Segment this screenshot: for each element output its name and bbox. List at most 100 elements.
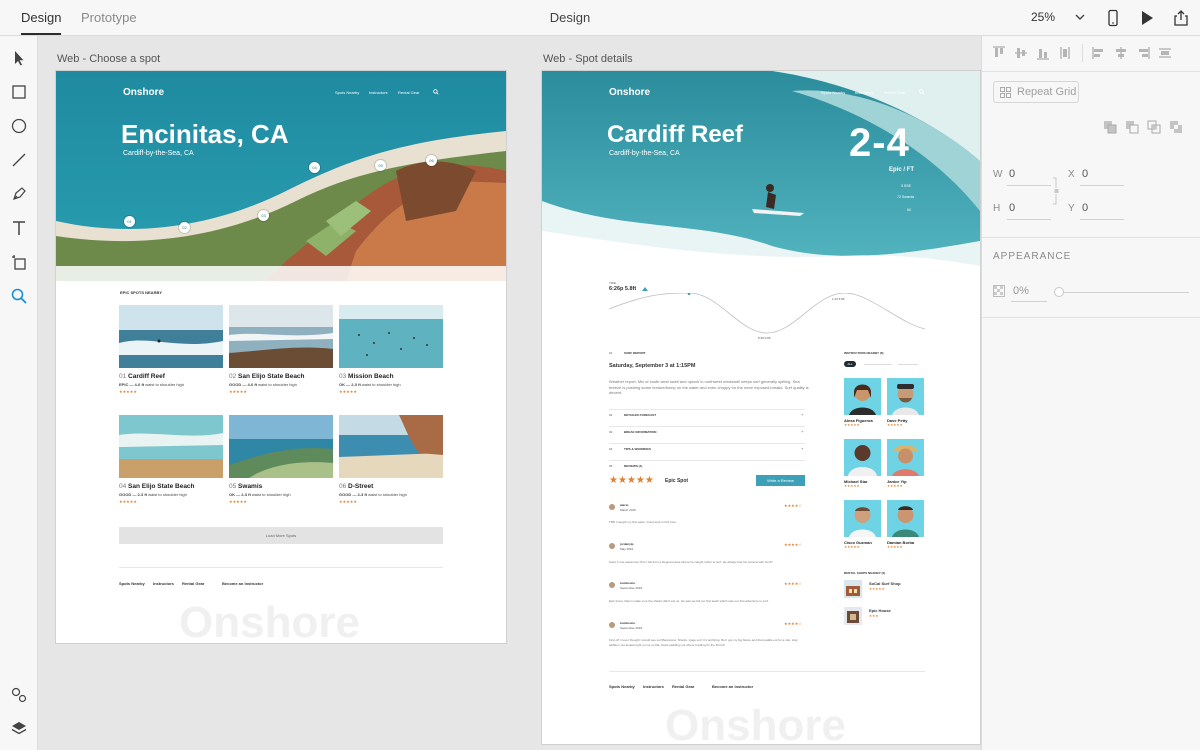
instructor-photo[interactable] [887, 500, 924, 537]
height-field[interactable]: 0 [1009, 202, 1015, 214]
nav-instructors[interactable]: Instructors [855, 90, 874, 95]
pen-icon[interactable] [10, 185, 28, 203]
distribute-vertical-icon[interactable] [1058, 46, 1072, 60]
rectangle-icon[interactable] [10, 83, 28, 101]
align-top-icon[interactable] [992, 46, 1006, 60]
assets-icon[interactable] [10, 686, 28, 704]
accordion-tips-warnings[interactable]: TIPS & WARNINGS [624, 447, 651, 451]
nav-rental-gear[interactable]: Rental Gear [398, 90, 420, 95]
load-more-button[interactable]: Load More Spots [119, 527, 443, 544]
spot-photo[interactable] [339, 415, 443, 478]
filter-tab[interactable] [898, 364, 918, 365]
instructor-photo[interactable] [844, 500, 881, 537]
align-left-icon[interactable] [1092, 46, 1106, 60]
align-right-icon[interactable] [1136, 46, 1150, 60]
spot-name[interactable]: 04 San Elijo State Beach [119, 483, 195, 490]
boolean-exclude-icon[interactable] [1169, 120, 1183, 134]
opacity-slider-track[interactable] [1056, 292, 1189, 293]
search-icon[interactable] [919, 89, 925, 95]
tide-high: 1:44 5.8ft [832, 297, 845, 301]
nav-rental-gear[interactable]: Rental Gear [884, 90, 906, 95]
boolean-add-icon[interactable] [1103, 120, 1117, 134]
expand-icon[interactable]: + [801, 412, 803, 417]
footer-link[interactable]: Instructors [643, 684, 664, 689]
spot-photo[interactable] [339, 305, 443, 368]
lock-aspect-icon[interactable] [1052, 176, 1060, 206]
map-pin[interactable]: 05 [375, 160, 386, 171]
instructor-photo[interactable] [844, 439, 881, 476]
opacity-slider-handle[interactable] [1054, 287, 1064, 297]
spot-name[interactable]: 01 Cardiff Reef [119, 373, 165, 380]
ellipse-icon[interactable] [10, 117, 28, 135]
accordion-detailed-forecast[interactable]: DETAILED FORECAST [624, 413, 656, 417]
expand-icon[interactable]: + [801, 429, 803, 434]
map-pin[interactable]: 06 [426, 155, 437, 166]
spot-photo[interactable] [229, 305, 333, 368]
spot-photo[interactable] [229, 415, 333, 478]
artboard-label-choose[interactable]: Web - Choose a spot [57, 53, 160, 65]
shop-name[interactable]: Epic House [869, 608, 891, 613]
opacity-field[interactable]: 0% [1013, 285, 1029, 297]
artboard-label-details[interactable]: Web - Spot details [543, 53, 633, 65]
footer-link[interactable]: Rental Gear [672, 684, 694, 689]
map-pin[interactable]: 01 [124, 216, 135, 227]
distribute-horizontal-icon[interactable] [1158, 46, 1172, 60]
share-icon[interactable] [1172, 9, 1190, 27]
spot-name[interactable]: 03 Mission Beach [339, 373, 394, 380]
filter-tab[interactable] [864, 364, 892, 365]
instructor-photo[interactable] [844, 378, 881, 415]
footer-link[interactable]: Spots Nearby [119, 581, 145, 586]
repeat-grid-button[interactable]: Repeat Grid [993, 81, 1079, 103]
spot-name[interactable]: 06 D-Street [339, 483, 373, 490]
map-pin[interactable]: 02 [179, 222, 190, 233]
instructor-photo[interactable] [887, 378, 924, 415]
shop-photo[interactable] [844, 580, 862, 598]
chevron-down-icon[interactable] [1075, 12, 1085, 22]
expand-icon[interactable]: + [801, 446, 803, 451]
write-review-button[interactable]: Write a Review [756, 475, 805, 486]
footer-link[interactable]: Spots Nearby [609, 684, 635, 689]
text-icon[interactable] [10, 219, 28, 237]
zoom-level[interactable]: 25% [1031, 0, 1055, 35]
nav-instructors[interactable]: Instructors [369, 90, 388, 95]
width-field[interactable]: 0 [1009, 168, 1015, 180]
accordion-break-info[interactable]: BREAK INFORMATION [624, 430, 656, 434]
align-center-icon[interactable] [1114, 46, 1128, 60]
artboard-icon[interactable] [10, 253, 28, 271]
footer-link[interactable]: Instructors [153, 581, 174, 586]
instructor-photo[interactable] [887, 439, 924, 476]
tide-chart[interactable] [609, 293, 925, 341]
footer-link[interactable]: Rental Gear [182, 581, 204, 586]
footer-link[interactable]: Become an Instructor [222, 581, 263, 586]
spot-photo[interactable] [119, 305, 223, 368]
footer-link[interactable]: Become an Instructor [712, 684, 753, 689]
spot-name[interactable]: 05 Swamis [229, 483, 262, 490]
spot-name[interactable]: 02 San Elijo State Beach [229, 373, 305, 380]
shop-photo[interactable] [844, 607, 862, 625]
spot-photo[interactable] [119, 415, 223, 478]
shop-name[interactable]: SoCal Surf Shop [869, 581, 901, 586]
artboard-spot-details[interactable]: Onshore Spots Nearby Instructors Rental … [542, 71, 980, 744]
nav-spots-nearby[interactable]: Spots Nearby [821, 90, 845, 95]
artboard-choose-spot[interactable]: Onshore Spots Nearby Instructors Rental … [56, 71, 506, 643]
nav-spots-nearby[interactable]: Spots Nearby [335, 90, 359, 95]
logo[interactable]: Onshore [123, 87, 164, 98]
map-pin[interactable]: 03 [258, 210, 269, 221]
select-icon[interactable] [10, 49, 28, 67]
accordion-reviews[interactable]: REVIEWS (4) [624, 464, 642, 468]
search-icon[interactable] [433, 89, 439, 95]
play-icon[interactable] [1138, 9, 1156, 27]
filter-all-tab[interactable]: ALL [844, 361, 856, 367]
map-pin[interactable]: 04 [309, 162, 320, 173]
align-bottom-icon[interactable] [1036, 46, 1050, 60]
boolean-intersect-icon[interactable] [1147, 120, 1161, 134]
x-field[interactable]: 0 [1082, 168, 1088, 180]
line-icon[interactable] [10, 151, 28, 169]
zoom-icon[interactable] [10, 287, 28, 305]
y-field[interactable]: 0 [1082, 202, 1088, 214]
logo[interactable]: Onshore [609, 87, 650, 98]
layers-icon[interactable] [10, 720, 28, 738]
mobile-preview-icon[interactable] [1104, 9, 1122, 27]
boolean-subtract-icon[interactable] [1125, 120, 1139, 134]
align-middle-icon[interactable] [1014, 46, 1028, 60]
